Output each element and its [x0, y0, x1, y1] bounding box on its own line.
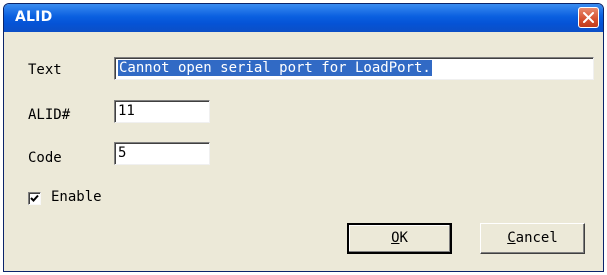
text-field-value: Cannot open serial port for LoadPort. [118, 60, 432, 76]
alid-field[interactable]: 11 [114, 100, 210, 123]
code-field-value: 5 [118, 145, 127, 161]
cancel-button[interactable]: Cancel [480, 223, 585, 254]
title-bar[interactable]: ALID [4, 4, 603, 32]
close-button[interactable] [578, 7, 599, 28]
window-title: ALID [15, 9, 53, 25]
ok-button[interactable]: OK [347, 223, 452, 254]
alid-label: ALID# [28, 107, 71, 123]
close-icon [583, 12, 594, 23]
checkmark-icon [30, 194, 39, 202]
text-label: Text [28, 62, 62, 78]
alid-field-value: 11 [118, 103, 135, 119]
ok-label-rest: K [399, 230, 408, 246]
cancel-label-rest: ancel [515, 230, 558, 246]
code-label: Code [28, 150, 62, 166]
enable-label[interactable]: Enable [51, 189, 102, 205]
code-field[interactable]: 5 [114, 142, 210, 165]
enable-checkbox[interactable] [28, 192, 41, 205]
ok-mnemonic: O [391, 230, 400, 246]
alid-dialog: ALID Text Cannot open serial port for Lo… [3, 3, 604, 272]
cancel-mnemonic: C [507, 230, 516, 246]
text-field[interactable]: Cannot open serial port for LoadPort. [114, 57, 594, 80]
